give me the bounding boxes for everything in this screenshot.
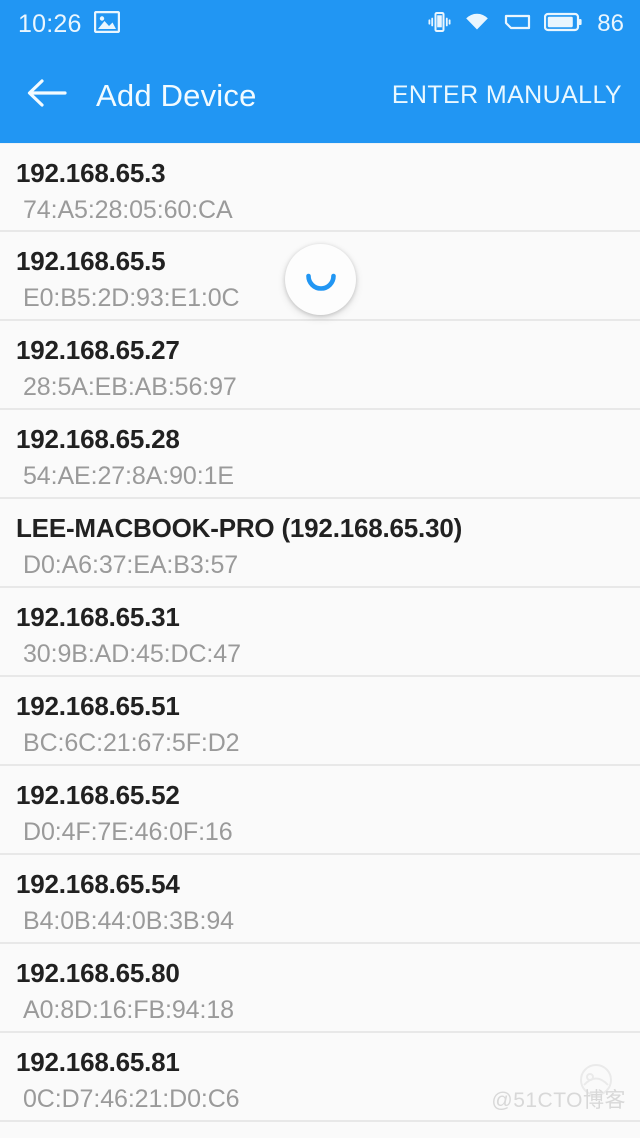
device-mac: A0:8D:16:FB:94:18	[23, 996, 234, 1024]
wifi-download-icon	[464, 10, 491, 39]
device-mac: 54:AE:27:8A:90:1E	[23, 462, 234, 490]
vibrate-icon	[427, 10, 451, 39]
device-row[interactable]: 192.168.65.52 D0:4F:7E:46:0F:16	[0, 766, 640, 855]
device-name: 192.168.65.31	[16, 602, 180, 632]
device-row[interactable]: 192.168.65.28 54:AE:27:8A:90:1E	[0, 410, 640, 499]
device-row[interactable]: 192.168.65.27 28:5A:EB:AB:56:97	[0, 321, 640, 410]
back-button[interactable]	[26, 72, 74, 120]
device-mac: D0:4F:7E:46:0F:16	[23, 818, 233, 846]
arrow-left-icon	[26, 77, 68, 114]
signal-icon	[504, 11, 531, 38]
device-mac: 30:9B:AD:45:DC:47	[23, 640, 241, 668]
refresh-spinner	[285, 244, 356, 315]
status-clock: 10:26	[18, 9, 82, 38]
device-mac: 28:5A:EB:AB:56:97	[23, 373, 237, 401]
device-name: 192.168.65.81	[16, 1047, 180, 1077]
app-bar: Add Device ENTER MANUALLY	[0, 48, 640, 143]
device-mac: D0:A6:37:EA:B3:57	[23, 551, 239, 579]
device-row[interactable]: 192.168.65.101	[0, 1122, 640, 1138]
device-name: LEE-MACBOOK-PRO (192.168.65.30)	[16, 513, 463, 543]
status-bar: 10:26 86	[0, 0, 640, 48]
status-bar-left: 10:26	[18, 10, 120, 39]
device-name: 192.168.65.54	[16, 869, 180, 899]
device-name: 192.168.65.51	[16, 691, 180, 721]
device-name: 192.168.65.28	[16, 424, 180, 454]
battery-level-label: 86	[597, 10, 624, 37]
device-row[interactable]: 192.168.65.80 A0:8D:16:FB:94:18	[0, 944, 640, 1033]
phone-screen: 10:26 86 Add Device ENTER MANUALLY 192.1…	[0, 0, 640, 1138]
status-bar-right: 86	[427, 10, 624, 39]
device-row[interactable]: 192.168.65.3 74:A5:28:05:60:CA	[0, 143, 640, 232]
device-mac: 74:A5:28:05:60:CA	[23, 196, 233, 224]
device-name: 192.168.65.80	[16, 958, 180, 988]
enter-manually-button[interactable]: ENTER MANUALLY	[392, 81, 622, 110]
device-name: 192.168.65.101	[16, 1132, 626, 1138]
watermark-text: @51CTO博客	[491, 1089, 626, 1112]
device-row[interactable]: 192.168.65.54 B4:0B:44:0B:3B:94	[0, 855, 640, 944]
spinner-arc-icon	[301, 257, 341, 302]
device-row[interactable]: 192.168.65.51 BC:6C:21:67:5F:D2	[0, 677, 640, 766]
device-name: 192.168.65.27	[16, 335, 180, 365]
battery-icon	[544, 11, 582, 38]
device-mac: BC:6C:21:67:5F:D2	[23, 729, 240, 757]
device-name: 192.168.65.3	[16, 158, 166, 188]
device-row[interactable]: LEE-MACBOOK-PRO (192.168.65.30) D0:A6:37:…	[0, 499, 640, 588]
page-title: Add Device	[96, 77, 257, 113]
image-icon	[93, 10, 120, 38]
device-name: 192.168.65.52	[16, 780, 180, 810]
device-mac: B4:0B:44:0B:3B:94	[23, 907, 234, 935]
device-row[interactable]: 192.168.65.31 30:9B:AD:45:DC:47	[0, 588, 640, 677]
